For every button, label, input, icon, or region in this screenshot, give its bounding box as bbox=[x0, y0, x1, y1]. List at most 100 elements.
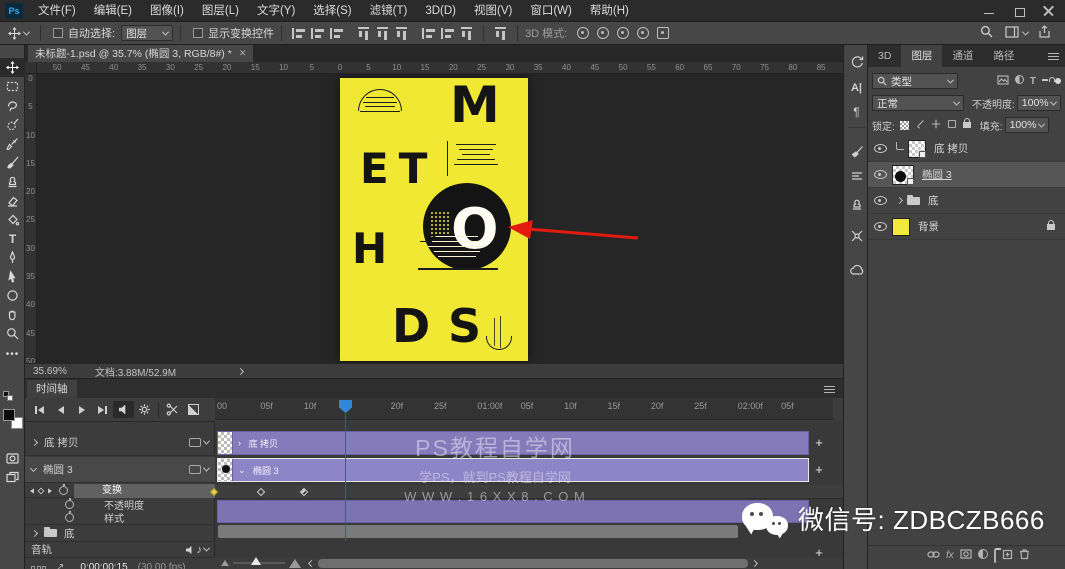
3d-zoom-icon[interactable] bbox=[657, 27, 669, 39]
timeline-scrollbar[interactable] bbox=[318, 559, 748, 568]
move-tool[interactable] bbox=[0, 58, 25, 77]
3d-pan-icon[interactable] bbox=[617, 27, 629, 39]
type-tool[interactable]: T bbox=[0, 229, 25, 248]
layer-row-group-di[interactable]: 底 bbox=[868, 188, 1065, 214]
zoom-out-icon[interactable] bbox=[221, 560, 229, 566]
quick-mask-icon[interactable] bbox=[0, 449, 25, 468]
tab-channels[interactable]: 通道 bbox=[942, 45, 983, 67]
distribute-vertical-icon[interactable] bbox=[422, 28, 435, 39]
ellipse-shape-tool[interactable] bbox=[0, 286, 25, 305]
scroll-right-icon[interactable] bbox=[751, 559, 758, 566]
panel-menu-icon[interactable] bbox=[1048, 53, 1059, 60]
tab-3d[interactable]: 3D bbox=[868, 45, 901, 67]
clone-stamp-tool[interactable] bbox=[0, 172, 25, 191]
auto-select-target-dropdown[interactable]: 图层 bbox=[121, 25, 173, 41]
layer-thumbnail[interactable] bbox=[892, 218, 910, 236]
menu-item[interactable]: 窗口(W) bbox=[521, 0, 581, 22]
audio-mute-button[interactable] bbox=[113, 401, 134, 418]
delete-layer-trash-icon[interactable] bbox=[1019, 548, 1030, 563]
first-frame-button[interactable] bbox=[29, 401, 50, 418]
audio-speaker-icon[interactable] bbox=[186, 546, 194, 554]
brush-tool[interactable] bbox=[0, 153, 25, 172]
layer-row-background[interactable]: 背景 bbox=[868, 214, 1065, 240]
eyedropper-tool[interactable] bbox=[0, 134, 25, 153]
history-panel-icon[interactable] bbox=[844, 51, 869, 73]
menu-item[interactable]: 视图(V) bbox=[465, 0, 521, 22]
document-tab[interactable]: 未标题-1.psd @ 35.7% (椭圆 3, RGB/8#) * ✕ bbox=[28, 45, 253, 62]
timeline-tab[interactable]: 时间轴 bbox=[27, 380, 77, 398]
show-transform-checkbox[interactable] bbox=[193, 28, 203, 38]
add-media-button[interactable]: + bbox=[813, 438, 825, 448]
lock-paint-icon[interactable] bbox=[915, 119, 925, 132]
screen-mode-icon[interactable] bbox=[0, 468, 25, 487]
menu-item[interactable]: 图像(I) bbox=[141, 0, 193, 22]
3d-orbit-icon[interactable] bbox=[577, 27, 589, 39]
distribute-horizontal-icon[interactable] bbox=[441, 28, 454, 39]
close-button[interactable] bbox=[1043, 5, 1055, 17]
visibility-eye-icon[interactable] bbox=[874, 222, 887, 231]
status-chevron-icon[interactable] bbox=[237, 367, 244, 374]
menu-item[interactable]: 编辑(E) bbox=[85, 0, 141, 22]
menu-item[interactable]: 滤镜(T) bbox=[361, 0, 417, 22]
align-bottom-icon[interactable] bbox=[330, 28, 343, 39]
3d-slide-icon[interactable] bbox=[637, 27, 649, 39]
align-center-icon[interactable] bbox=[377, 27, 388, 40]
link-layers-icon[interactable] bbox=[927, 550, 940, 562]
menu-item[interactable]: 文字(Y) bbox=[248, 0, 304, 22]
timeline-row-style[interactable]: 样式 bbox=[25, 511, 215, 525]
ruler-corner[interactable] bbox=[25, 62, 37, 74]
menu-item[interactable]: 选择(S) bbox=[304, 0, 360, 22]
next-keyframe-icon[interactable] bbox=[48, 488, 52, 493]
layer-row-ellipse3-selected[interactable]: 椭圆 3 bbox=[868, 162, 1065, 188]
tab-layers[interactable]: 图层 bbox=[901, 45, 942, 67]
split-clip-scissors-icon[interactable] bbox=[162, 401, 183, 418]
timeline-row-track2[interactable]: 椭圆 3 bbox=[25, 457, 215, 483]
layer-thumbnail[interactable] bbox=[892, 165, 914, 185]
layer-thumbnail[interactable] bbox=[908, 140, 926, 158]
lock-move-icon[interactable] bbox=[931, 119, 941, 132]
align-right-icon[interactable] bbox=[396, 27, 407, 40]
menu-item[interactable]: 3D(D) bbox=[416, 0, 465, 22]
workspace-caret-icon[interactable] bbox=[1022, 28, 1029, 35]
menu-item[interactable]: 文件(F) bbox=[29, 0, 85, 22]
transition-button[interactable] bbox=[183, 401, 204, 418]
search-icon[interactable] bbox=[980, 25, 993, 41]
visibility-eye-icon[interactable] bbox=[874, 170, 887, 179]
edit-toolbar-ellipsis-icon[interactable]: ••• bbox=[0, 345, 25, 364]
visibility-eye-icon[interactable] bbox=[874, 144, 887, 153]
auto-select-checkbox[interactable] bbox=[53, 28, 63, 38]
filter-type-layer-icon[interactable]: T bbox=[1030, 76, 1036, 87]
tool-presets-panel-icon[interactable] bbox=[844, 225, 869, 247]
brushes-panel-icon[interactable] bbox=[844, 165, 869, 187]
creative-cloud-icon[interactable] bbox=[844, 259, 869, 281]
align-top-icon[interactable] bbox=[292, 28, 305, 39]
timeline-settings-gear-icon[interactable] bbox=[134, 401, 155, 418]
add-media-button[interactable]: + bbox=[813, 465, 825, 475]
zoom-in-icon[interactable] bbox=[289, 559, 301, 568]
menu-item[interactable]: 帮助(H) bbox=[581, 0, 638, 22]
marquee-tool[interactable] bbox=[0, 77, 25, 96]
add-mask-icon[interactable] bbox=[960, 549, 972, 562]
hand-tool[interactable] bbox=[0, 305, 25, 324]
path-selection-tool[interactable] bbox=[0, 267, 25, 286]
new-layer-icon[interactable] bbox=[1002, 549, 1013, 563]
zoom-level[interactable]: 35.69% bbox=[33, 366, 67, 377]
gradient-tool[interactable] bbox=[0, 210, 25, 229]
layer-row-di-copy[interactable]: 底 拷贝 bbox=[868, 136, 1065, 162]
3d-roll-icon[interactable] bbox=[597, 27, 609, 39]
default-colors-icon[interactable] bbox=[3, 391, 13, 401]
fill-dropdown[interactable]: 100% bbox=[1005, 117, 1049, 133]
lock-all-icon[interactable] bbox=[963, 122, 971, 128]
tab-paths[interactable]: 路径 bbox=[983, 45, 1024, 67]
stopwatch-icon[interactable] bbox=[65, 513, 74, 522]
track-bar-track2[interactable]: ⌄ 椭圆 3 bbox=[217, 458, 809, 482]
paragraph-panel-icon[interactable]: ¶ bbox=[844, 101, 869, 123]
foreground-background-swatches[interactable] bbox=[3, 409, 23, 429]
filter-toggle-icon[interactable] bbox=[1055, 78, 1061, 84]
music-note-icon[interactable]: ♪ bbox=[197, 544, 203, 556]
play-button[interactable] bbox=[71, 401, 92, 418]
align-middle-icon[interactable] bbox=[311, 28, 324, 39]
brush-settings-panel-icon[interactable] bbox=[844, 141, 869, 163]
character-panel-icon[interactable]: A| bbox=[844, 77, 869, 99]
distribute-spacing-icon[interactable] bbox=[461, 27, 472, 40]
